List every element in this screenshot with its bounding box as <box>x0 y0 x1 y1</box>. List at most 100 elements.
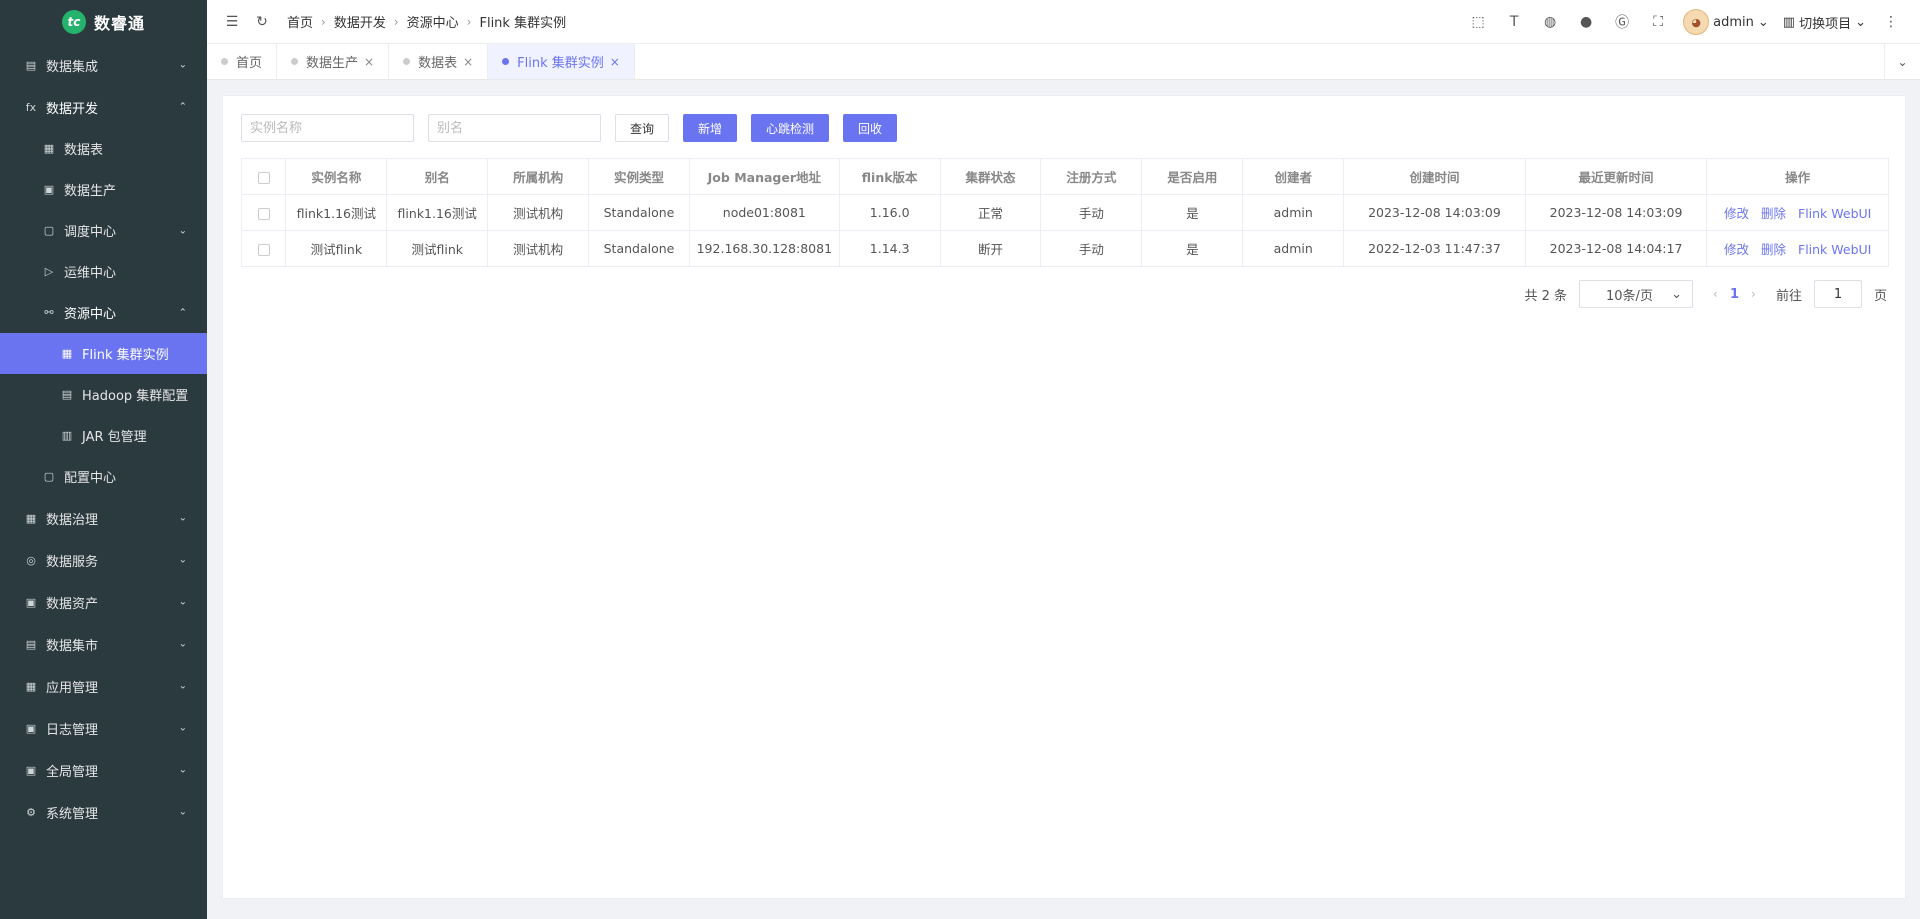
table-icon: ▤ <box>61 388 73 401</box>
sidebar-item-label: 配置中心 <box>64 471 117 486</box>
breadcrumb-item[interactable]: 资源中心 <box>407 12 459 31</box>
tab-label: 数据生产 <box>306 56 359 71</box>
more-vertical-icon[interactable]: ⋮ <box>1880 11 1902 33</box>
image-search-icon[interactable]: ⬚ <box>1467 11 1489 33</box>
delete-link[interactable]: 删除 <box>1761 242 1786 257</box>
heartbeat-button[interactable]: 心跳检测 <box>751 114 830 142</box>
gear-icon: ⚙ <box>26 805 36 819</box>
gitee-icon[interactable]: Ⓖ <box>1611 11 1633 33</box>
sidebar-item-label: Hadoop 集群配置 <box>82 389 189 404</box>
table-cell: 手动 <box>1040 194 1143 231</box>
chevron-right-icon: › <box>321 14 326 29</box>
tabs-dropdown-icon[interactable]: ⌄ <box>1884 44 1920 79</box>
sidebar-item-0[interactable]: ▤ 数据集成 ⌄ <box>0 44 207 86</box>
sidebar-item-8[interactable]: ▤ Hadoop 集群配置 <box>0 374 207 415</box>
table-row: 测试flink 测试flink 测试机构 Standalone 192.168.30.1… <box>240 230 1889 267</box>
page-number[interactable]: 1 <box>1730 287 1739 302</box>
goto-page-input[interactable] <box>1813 280 1862 308</box>
table-cell: admin <box>1242 230 1345 267</box>
alias-input[interactable] <box>428 114 601 142</box>
tab-dot-icon <box>403 58 411 65</box>
table-cell: 2023-12-08 14:03:09 <box>1343 194 1526 231</box>
sidebar-item-4[interactable]: ▢ 调度中心 ⌄ <box>0 210 207 251</box>
table-row: flink1.16测试 flink1.16测试 测试机构 Standalone node… <box>240 194 1889 231</box>
sidebar-item-13[interactable]: ▣ 数据资产 ⌄ <box>0 581 207 623</box>
sidebar-item-5[interactable]: ▷ 运维中心 <box>0 251 207 292</box>
table-cell: 2023-12-08 14:03:09 <box>1524 194 1708 231</box>
sidebar: tc 数睿通 ▤ 数据集成 ⌄ fx 数据开发 ⌃ ▦ 数据表 ▣ 数据生产 ▢ 调度中心 ⌄ ▷ 运维中心… <box>0 0 207 919</box>
sidebar-item-15[interactable]: ▦ 应用管理 ⌄ <box>0 665 207 707</box>
font-size-icon[interactable]: T <box>1503 11 1525 33</box>
add-button[interactable]: 新增 <box>683 114 738 142</box>
refresh-icon[interactable]: ↻ <box>251 11 273 33</box>
select-all-checkbox[interactable] <box>257 171 270 184</box>
table-cell: 192.168.30.128:8081 <box>688 230 840 267</box>
github-icon[interactable]: ● <box>1575 11 1597 33</box>
config-icon: ▢ <box>43 470 55 483</box>
switch-project-menu[interactable]: ▥ 切换项目 ⌄ <box>1783 13 1866 32</box>
page-size-select[interactable]: 10条/页 ⌄ <box>1579 280 1694 308</box>
row-checkbox[interactable] <box>257 207 270 220</box>
breadcrumb-item[interactable]: 首页 <box>287 12 313 31</box>
sidebar-item-label: 数据服务 <box>46 554 99 570</box>
sidebar-item-6[interactable]: ⚯ 资源中心 ⌃ <box>0 292 207 333</box>
next-page-icon[interactable]: › <box>1751 287 1756 301</box>
close-icon[interactable]: × <box>610 55 620 69</box>
sidebar-item-12[interactable]: ◎ 数据服务 ⌄ <box>0 539 207 581</box>
menu-collapse-icon[interactable]: ☰ <box>221 11 243 33</box>
sidebar-item-label: 数据治理 <box>46 512 99 528</box>
table-cell: Standalone <box>588 194 690 231</box>
sidebar-item-16[interactable]: ▣ 日志管理 ⌄ <box>0 707 207 749</box>
sidebar-item-17[interactable]: ▣ 全局管理 ⌄ <box>0 749 207 791</box>
breadcrumb-item: Flink 集群实例 <box>479 16 567 31</box>
close-icon[interactable]: × <box>364 55 374 69</box>
tab-3[interactable]: Flink 集群实例 × <box>488 44 635 79</box>
user-menu[interactable]: ◕ admin ⌄ <box>1683 9 1769 35</box>
chevron-up-icon: ⌃ <box>178 101 187 113</box>
tab-0[interactable]: 首页 <box>207 44 278 79</box>
row-checkbox[interactable] <box>257 243 270 256</box>
sidebar-item-label: JAR 包管理 <box>82 430 147 445</box>
sidebar-item-10[interactable]: ▢ 配置中心 <box>0 456 207 497</box>
sidebar-item-1[interactable]: fx 数据开发 ⌃ <box>0 86 207 128</box>
column-header: 实例名称 <box>285 158 388 195</box>
close-icon[interactable]: × <box>463 55 473 69</box>
row-select-cell <box>240 230 287 267</box>
prev-page-icon[interactable]: ‹ <box>1713 287 1718 301</box>
package-icon: ▥ <box>61 429 73 442</box>
tab-dot-icon <box>291 58 299 65</box>
search-toolbar: 查询 新增 心跳检测 回收 <box>241 114 898 142</box>
logo[interactable]: tc 数睿通 <box>0 0 207 44</box>
sidebar-item-7[interactable]: ▦ Flink 集群实例 <box>0 333 207 374</box>
query-button[interactable]: 查询 <box>615 114 670 142</box>
instance-name-input[interactable] <box>241 114 414 142</box>
edit-link[interactable]: 修改 <box>1724 242 1749 257</box>
sidebar-item-18[interactable]: ⚙ 系统管理 ⌄ <box>0 791 207 833</box>
fullscreen-icon[interactable]: ⛶ <box>1647 11 1669 33</box>
tab-1[interactable]: 数据生产 × <box>277 44 390 79</box>
monitor-icon: ▣ <box>43 183 55 196</box>
recycle-button[interactable]: 回收 <box>843 114 898 142</box>
sidebar-item-3[interactable]: ▣ 数据生产 <box>0 169 207 210</box>
table-cell: 测试机构 <box>487 194 590 231</box>
service-icon: ◎ <box>26 553 36 567</box>
table-cell: 2023-12-08 14:04:17 <box>1524 230 1708 267</box>
building-icon: ▥ <box>1782 14 1796 30</box>
chevron-down-icon: ⌄ <box>178 59 187 71</box>
breadcrumb-item[interactable]: 数据开发 <box>334 12 386 31</box>
chevron-down-icon: ⌄ <box>178 764 187 776</box>
sidebar-item-2[interactable]: ▦ 数据表 <box>0 128 207 169</box>
flink-webui-link[interactable]: Flink WebUI <box>1798 242 1871 257</box>
sidebar-item-label: 数据开发 <box>46 101 99 117</box>
table-cell: 测试flink <box>285 230 388 267</box>
sidebar-item-9[interactable]: ▥ JAR 包管理 <box>0 415 207 456</box>
flink-webui-link[interactable]: Flink WebUI <box>1798 206 1871 221</box>
delete-link[interactable]: 删除 <box>1761 206 1786 221</box>
chevron-down-icon: ⌄ <box>1671 286 1683 302</box>
edit-link[interactable]: 修改 <box>1724 206 1749 221</box>
sidebar-item-11[interactable]: ▦ 数据治理 ⌄ <box>0 497 207 539</box>
sidebar-item-14[interactable]: ▤ 数据集市 ⌄ <box>0 623 207 665</box>
tab-2[interactable]: 数据表 × <box>389 44 489 79</box>
chevron-down-icon: ⌄ <box>178 554 187 566</box>
language-icon[interactable]: ◍ <box>1539 11 1561 33</box>
